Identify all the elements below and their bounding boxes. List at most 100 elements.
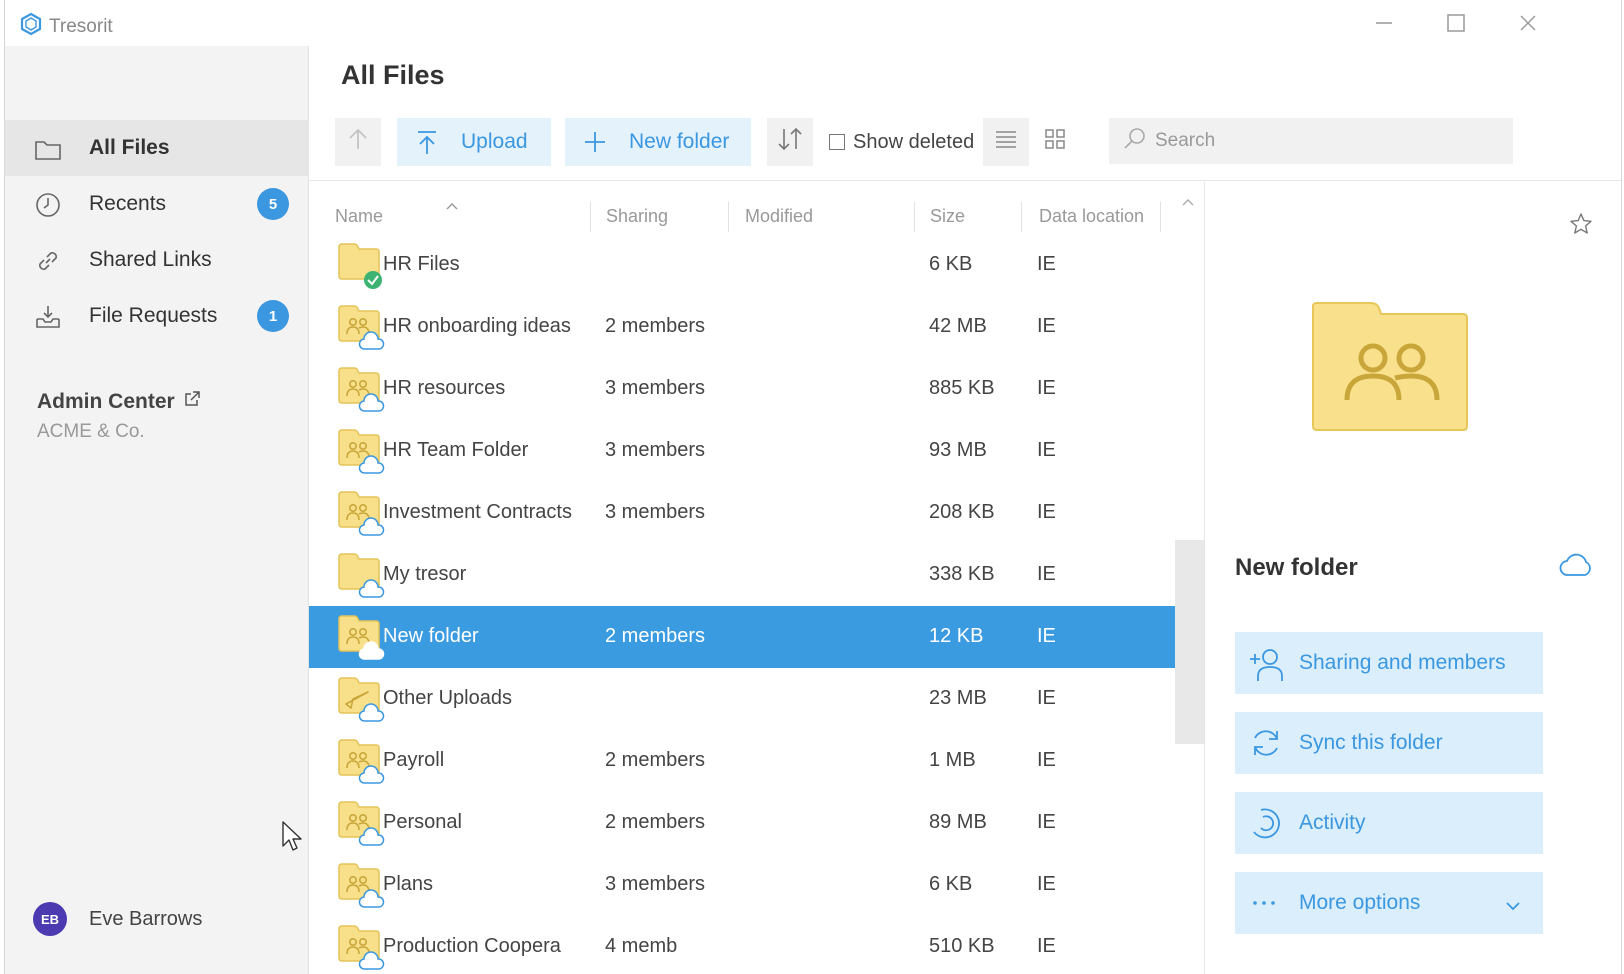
sidebar-item-all-files[interactable]: All Files (5, 120, 309, 176)
file-size: 89 MB (929, 811, 987, 833)
sidebar-item-label: Shared Links (89, 248, 212, 271)
file-size: 338 KB (929, 563, 995, 585)
synced-folder-icon (337, 242, 385, 289)
table-row[interactable]: HR Team Folder 3 members 93 MB IE (309, 420, 1175, 482)
admin-center-label: Admin Center (37, 390, 175, 413)
details-panel: New folder Sharing and members Sync this… (1205, 182, 1621, 974)
file-name: Other Uploads (383, 687, 512, 709)
cloud-status-icon (1559, 552, 1593, 583)
clock-icon (33, 190, 63, 220)
file-size: 42 MB (929, 315, 987, 337)
table-row[interactable]: Plans 3 members 6 KB IE (309, 854, 1175, 916)
grid-view-button[interactable] (1035, 118, 1075, 166)
more-options-button[interactable]: More options (1235, 872, 1543, 934)
sidebar-item-shared-links[interactable]: Shared Links (5, 232, 309, 288)
sync-folder-label: Sync this folder (1299, 731, 1443, 754)
activity-button[interactable]: Activity (1235, 792, 1543, 854)
shared-folder-icon (337, 862, 385, 908)
file-data-location: IE (1037, 935, 1056, 957)
activity-icon (1249, 806, 1283, 840)
file-data-location: IE (1037, 501, 1056, 523)
file-sharing: 2 members (605, 315, 706, 337)
table-row[interactable]: My tresor 338 KB IE (309, 544, 1175, 606)
show-deleted-label: Show deleted (853, 130, 975, 153)
sidebar-item-label: File Requests (89, 304, 218, 327)
sidebar: All Files Recents 5 Shared Links File Re… (5, 46, 309, 974)
shared-folder-preview-icon (1311, 302, 1469, 437)
show-deleted-toggle[interactable]: Show deleted (827, 118, 977, 166)
table-row[interactable]: Investment Contracts 3 members 208 KB IE (309, 482, 1175, 544)
file-size: 885 KB (929, 377, 995, 399)
upload-button[interactable]: Upload (397, 118, 551, 166)
minimize-button[interactable] (1369, 8, 1399, 38)
main-area: All Files Upload New folder Show deleted… (309, 46, 1621, 974)
navigate-up-button[interactable] (335, 118, 381, 166)
admin-center-link[interactable]: Admin Center (37, 390, 201, 414)
sort-button[interactable] (767, 118, 813, 166)
table-row[interactable]: Payroll 2 members 1 MB IE (309, 730, 1175, 792)
file-size: 6 KB (929, 873, 973, 895)
inbox-icon (33, 302, 63, 332)
sidebar-item-recents[interactable]: Recents 5 (5, 176, 309, 232)
file-data-location: IE (1037, 315, 1056, 337)
column-header-data-location[interactable]: Data location (1039, 206, 1144, 227)
external-link-icon (183, 390, 201, 414)
search-icon (1123, 126, 1147, 156)
file-data-location: IE (1037, 625, 1056, 647)
grid-view-icon (1044, 128, 1066, 156)
shared-folder-icon (337, 366, 385, 412)
user-account[interactable]: EB Eve Barrows (33, 902, 202, 936)
file-sharing: 3 members (605, 439, 706, 461)
file-sharing: 2 members (605, 625, 706, 647)
list-view-button[interactable] (983, 118, 1029, 166)
column-header-sharing[interactable]: Sharing (606, 206, 668, 227)
shared-folder-icon (337, 490, 385, 536)
sync-folder-button[interactable]: Sync this folder (1235, 712, 1543, 774)
toolbar-divider (309, 180, 1621, 181)
column-header-size[interactable]: Size (930, 206, 965, 227)
file-sharing: 4 memb (605, 935, 678, 957)
file-name: Personal (383, 811, 462, 833)
file-size: 510 KB (929, 935, 995, 957)
table-row[interactable]: Personal 2 members 89 MB IE (309, 792, 1175, 854)
column-header-modified[interactable]: Modified (745, 206, 813, 227)
maximize-button[interactable] (1441, 8, 1471, 38)
sidebar-item-file-requests[interactable]: File Requests 1 (5, 288, 309, 344)
folder-icon (337, 552, 385, 598)
sort-arrows-icon (776, 127, 804, 157)
sharing-and-members-button[interactable]: Sharing and members (1235, 632, 1543, 694)
file-data-location: IE (1037, 377, 1056, 399)
column-divider (728, 202, 729, 232)
table-row[interactable]: HR Files 6 KB IE (309, 234, 1175, 296)
new-folder-label: New folder (629, 130, 730, 153)
file-sharing: 3 members (605, 501, 706, 523)
sharing-and-members-label: Sharing and members (1299, 651, 1506, 674)
new-folder-button[interactable]: New folder (565, 118, 751, 166)
table-row[interactable]: Production Coopera 4 memb 510 KB IE (309, 916, 1175, 974)
show-deleted-checkbox[interactable] (829, 134, 845, 150)
table-row[interactable]: HR resources 3 members 885 KB IE (309, 358, 1175, 420)
favorite-star-icon[interactable] (1569, 212, 1593, 241)
tresorit-logo-icon (19, 12, 43, 41)
file-data-location: IE (1037, 873, 1056, 895)
file-size: 1 MB (929, 749, 976, 771)
table-row[interactable]: HR onboarding ideas 2 members 42 MB IE (309, 296, 1175, 358)
page-title: All Files (341, 60, 445, 90)
file-data-location: IE (1037, 563, 1056, 585)
sidebar-item-label: Recents (89, 192, 167, 215)
file-name: HR onboarding ideas (383, 315, 571, 337)
table-row[interactable]: Other Uploads 23 MB IE (309, 668, 1175, 730)
add-member-icon (1249, 646, 1283, 681)
table-row[interactable]: New folder 2 members 12 KB IE (309, 606, 1175, 668)
scrollbar-thumb[interactable] (1175, 540, 1204, 744)
file-data-location: IE (1037, 749, 1056, 771)
column-header-name[interactable]: Name (335, 206, 383, 227)
search-input[interactable]: Search (1109, 118, 1513, 164)
column-divider (1160, 202, 1161, 232)
scroll-up-icon[interactable] (1181, 194, 1195, 212)
file-sharing: 2 members (605, 811, 706, 833)
upload-label: Upload (461, 130, 528, 153)
column-divider (1021, 202, 1022, 232)
link-icon (33, 246, 63, 276)
close-button[interactable] (1513, 8, 1543, 38)
